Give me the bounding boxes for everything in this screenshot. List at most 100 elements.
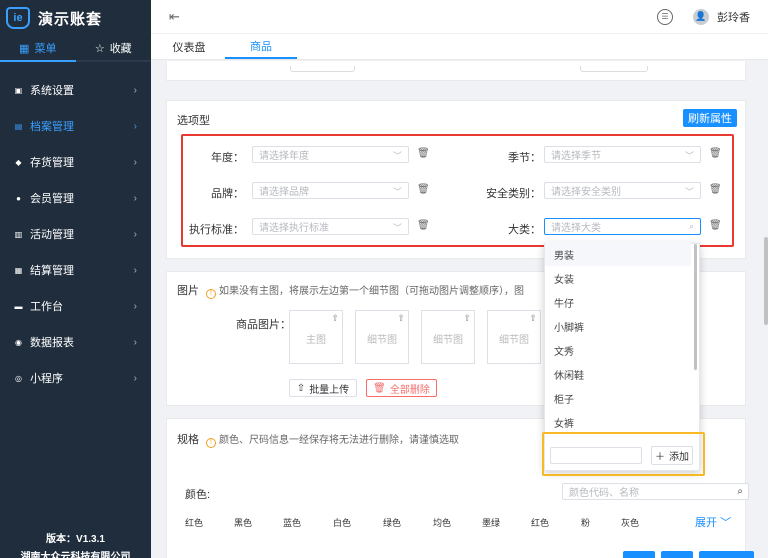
activity-icon: ▥ [14,229,23,239]
dropdown-option[interactable]: 小脚裤 [545,314,691,338]
dropdown-option[interactable]: 柜子 [545,386,691,410]
desk-icon: ▬ [14,301,23,311]
page-scrollbar[interactable] [764,237,768,325]
chevron-right-icon: › [133,300,137,312]
refresh-attributes-button[interactable]: 刷新属性 [683,109,737,127]
dropdown-option[interactable]: 女装 [545,266,691,290]
member-icon: ● [16,193,21,203]
dropdown-option[interactable]: 休闲鞋 [545,362,691,386]
page-tabs: 仪表盘 商品 [151,34,768,60]
sidebar-item-settlement[interactable]: ▦ 结算管理 › [0,252,151,288]
color-option[interactable]: 黑色 [234,516,252,529]
color-search-input[interactable]: 颜色代码、名称 ⌕ [562,483,749,500]
upload-icon: ⇧ [463,313,471,323]
image-box-label: 细节图 [433,335,463,346]
chevron-right-icon: › [133,336,137,348]
settle-icon: ▦ [14,265,23,275]
upload-icon: ⇧ [331,313,339,323]
sidebar-tab-menu[interactable]: ▦ 菜单 [0,36,76,62]
sidebar-item-label: 会员管理 [30,193,74,205]
expand-colors-button[interactable]: 展开 ﹀ [695,514,731,530]
app-logo[interactable]: ie 演示账套 [0,0,151,36]
stub-input [580,66,648,72]
chevron-right-icon: › [133,156,137,168]
sidebar-tab-label: 菜单 [34,43,57,55]
highlight-red-box [181,134,734,247]
chevron-down-icon: ﹀ [720,517,732,529]
sidebar-item-members[interactable]: ● 会员管理 › [0,180,151,216]
color-option[interactable]: 墨绿 [482,516,500,529]
sidebar-tab-label: 收藏 [109,43,132,55]
gear-icon: ▣ [14,85,23,95]
tab-dashboard[interactable]: 仪表盘 [153,34,225,59]
previous-section-card [166,61,746,81]
detail-image-upload[interactable]: ⇧ 细节图 [487,310,541,364]
star-icon: ☆ [94,42,105,55]
chevron-right-icon: › [133,228,137,240]
detail-image-upload[interactable]: ⇧ 细节图 [355,310,409,364]
dropdown-option[interactable]: 女裤 [545,410,691,434]
sidebar-item-workbench[interactable]: ▬ 工作台 › [0,288,151,324]
avatar[interactable]: 👤 [693,8,709,25]
color-option[interactable]: 均色 [433,516,451,529]
info-icon: ! [206,288,216,299]
chevron-right-icon: › [133,192,137,204]
color-label: 颜色: [185,489,211,501]
menu-collapse-icon[interactable]: ⇤ [169,9,180,25]
sidebar-item-label: 数据报表 [30,337,74,349]
sidebar: ie 演示账套 ▦ 菜单 ☆ 收藏 ▣ 系统设置 › ▤ 档案管理 › ◆ 存货… [0,0,151,558]
sidebar-item-activities[interactable]: ▥ 活动管理 › [0,216,151,252]
version-text: 版本：V1.3.1 [46,534,105,545]
sidebar-item-archives[interactable]: ▤ 档案管理 › [0,108,151,144]
color-option[interactable]: 绿色 [383,516,401,529]
dropdown-option[interactable]: 文秀 [545,338,691,362]
image-section-title: 图片 [177,285,199,297]
sidebar-menu: ▣ 系统设置 › ▤ 档案管理 › ◆ 存货管理 › ● 会员管理 › ▥ 活动… [0,72,151,396]
logo-icon: ie [6,7,30,29]
color-option[interactable]: 粉 [581,516,590,529]
tab-product[interactable]: 商品 [225,34,297,59]
image-box-label: 主图 [306,335,326,346]
detail-image-upload[interactable]: ⇧ 细节图 [421,310,475,364]
sidebar-tabs: ▦ 菜单 ☆ 收藏 [0,36,151,62]
report-icon: ◉ [15,337,22,347]
main-content: 选项型 刷新属性 年度： 请选择年度 ﹀ 🗑 季节： 请选择季节 ﹀ 🗑 品牌：… [151,61,761,558]
bottom-button-2[interactable] [661,551,693,558]
color-option[interactable]: 白色 [333,516,351,529]
image-box-label: 细节图 [367,335,397,346]
sidebar-item-system-settings[interactable]: ▣ 系统设置 › [0,72,151,108]
sidebar-item-reports[interactable]: ◉ 数据报表 › [0,324,151,360]
color-option[interactable]: 红色 [185,516,203,529]
dropdown-option[interactable]: 男装 [545,242,691,266]
highlight-yellow-box [542,432,705,476]
topbar-right: ☰ 👤 彭玲香 [657,8,768,25]
dropdown-scrollbar[interactable] [694,244,697,370]
dropdown-option[interactable]: 牛仔 [545,290,691,314]
upload-icon: ⇧ [529,313,537,323]
sidebar-item-inventory[interactable]: ◆ 存货管理 › [0,144,151,180]
image-box-label: 细节图 [499,335,529,346]
color-option[interactable]: 红色 [531,516,549,529]
color-option[interactable]: 灰色 [621,516,639,529]
spec-hint-text: 颜色、尺码信息一经保存将无法进行删除，请谨慎选取 [219,435,459,446]
hamburger-icon[interactable]: ☰ [657,8,673,25]
app-title: 演示账套 [38,10,103,28]
main-image-upload[interactable]: ⇧ 主图 [289,310,343,364]
info-icon: ! [206,437,216,448]
company-name: 湖南大众云科技有限公司 [20,552,131,558]
bottom-button-3[interactable] [699,551,754,558]
chevron-right-icon: › [133,84,137,96]
chevron-right-icon: › [133,264,137,276]
miniapp-icon: ◎ [15,373,22,383]
delete-all-button[interactable]: 🗑 全部删除 [366,379,437,397]
sidebar-item-miniapp[interactable]: ◎ 小程序 › [0,360,151,396]
user-name[interactable]: 彭玲香 [717,9,750,25]
sidebar-tab-favorites[interactable]: ☆ 收藏 [76,36,152,60]
topbar: ⇤ ☰ 👤 彭玲香 [151,0,768,34]
product-image-label: 商品图片： [236,319,291,331]
color-option[interactable]: 蓝色 [283,516,301,529]
bottom-button-1[interactable] [623,551,655,558]
batch-upload-button[interactable]: ⇧ 批量上传 [289,379,357,397]
trash-icon: 🗑 [373,382,386,394]
search-icon: ⌕ [737,486,743,497]
